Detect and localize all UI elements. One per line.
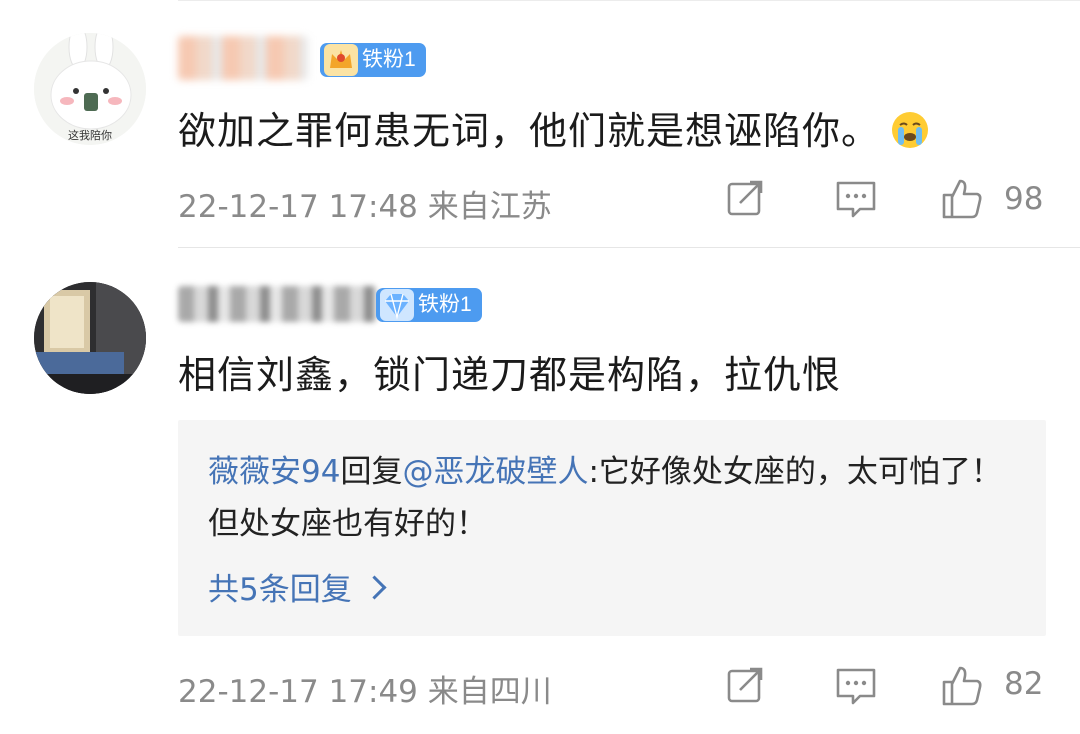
comment-meta: 22-12-17 17:49 来自四川 xyxy=(178,666,552,711)
fan-badge: 铁粉1 xyxy=(320,43,426,77)
comment-meta: 22-12-17 17:48 来自江苏 xyxy=(178,181,552,226)
comment-icon[interactable] xyxy=(834,177,878,221)
thumbs-up-icon[interactable] xyxy=(940,664,984,708)
fan-badge: 铁粉1 xyxy=(376,288,482,322)
crown-icon xyxy=(324,44,358,76)
reply-text: 薇薇安94回复@恶龙破壁人:它好像处女座的，太可怕了！但处女座也有好的！ xyxy=(208,446,1008,550)
reply-preview[interactable]: 薇薇安94回复@恶龙破壁人:它好像处女座的，太可怕了！但处女座也有好的！ 共5条… xyxy=(178,420,1046,636)
avatar[interactable] xyxy=(34,282,146,394)
comment-item: 铁粉1 相信刘鑫，锁门递刀都是构陷，拉仇恨 薇薇安94回复@恶龙破壁人:它好像处… xyxy=(0,248,1080,734)
reply-verb: 回复 xyxy=(340,454,403,490)
more-replies-link[interactable]: 共5条回复 xyxy=(208,564,387,609)
avatar[interactable]: 这我陪你 xyxy=(34,33,146,145)
reply-mention[interactable]: @恶龙破壁人 xyxy=(402,454,588,490)
svg-text:这我陪你: 这我陪你 xyxy=(68,128,112,142)
location: 来自四川 xyxy=(427,674,552,710)
share-icon[interactable] xyxy=(724,177,768,221)
diamond-icon xyxy=(380,289,414,321)
like-count: 82 xyxy=(1004,666,1044,702)
share-icon[interactable] xyxy=(724,664,768,708)
timestamp: 22-12-17 17:49 xyxy=(178,674,418,710)
comment-icon[interactable] xyxy=(834,664,878,708)
timestamp: 22-12-17 17:48 xyxy=(178,189,418,225)
comment-text: 欲加之罪何患无词，他们就是想诬陷你。 xyxy=(178,100,930,155)
crying-face-emoji xyxy=(892,112,929,148)
like-count: 98 xyxy=(1004,181,1044,217)
comment-text: 相信刘鑫，锁门递刀都是构陷，拉仇恨 xyxy=(178,353,842,397)
username-blurred[interactable] xyxy=(178,286,378,322)
chevron-right-icon xyxy=(362,575,387,600)
thumbs-up-icon[interactable] xyxy=(940,177,984,221)
location: 来自江苏 xyxy=(427,189,552,225)
comment-item: 这我陪你 铁粉1 欲加之罪何患无词，他们就是想诬陷你。 22-12-17 17:… xyxy=(0,0,1080,247)
reply-username[interactable]: 薇薇安94 xyxy=(208,454,340,490)
username-blurred[interactable] xyxy=(178,36,308,80)
